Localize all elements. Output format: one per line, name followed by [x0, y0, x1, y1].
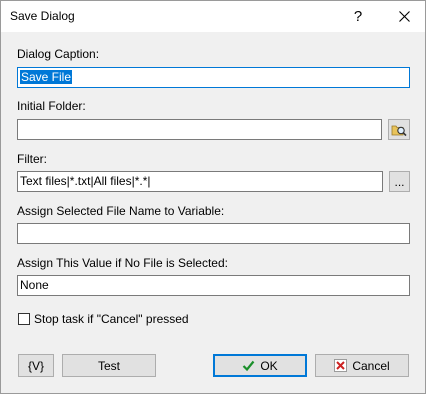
dialog-body: Dialog Caption: Save File Initial Folder… [1, 32, 425, 393]
filter-input[interactable]: Text files|*.txt|All files|*.*| [17, 171, 383, 192]
assign-variable-label: Assign Selected File Name to Variable: [17, 204, 225, 218]
filter-label: Filter: [17, 152, 47, 166]
ok-button[interactable]: OK [213, 354, 307, 377]
cancel-button[interactable]: Cancel [315, 354, 409, 377]
test-button[interactable]: Test [62, 354, 156, 377]
stop-task-checkbox[interactable] [18, 313, 30, 325]
dialog-caption-input[interactable]: Save File [17, 67, 410, 88]
no-file-value-label: Assign This Value if No File is Selected… [17, 256, 228, 270]
filter-ellipsis-button[interactable]: ... [389, 171, 410, 192]
cancel-x-icon [334, 359, 348, 372]
cancel-label: Cancel [352, 358, 390, 373]
title-bar: Save Dialog ? [1, 1, 425, 32]
dialog-caption-value: Save File [20, 70, 73, 84]
initial-folder-input[interactable] [17, 119, 382, 140]
save-dialog-window: Save Dialog ? Dialog Caption: Save File … [0, 0, 426, 394]
help-button[interactable]: ? [335, 1, 381, 32]
ok-label: OK [260, 358, 278, 373]
folder-search-icon [391, 125, 407, 136]
close-icon [398, 11, 410, 22]
checkmark-icon [243, 360, 255, 372]
variables-button[interactable]: {V} [18, 354, 54, 377]
assign-variable-input[interactable] [17, 223, 410, 244]
close-button[interactable] [381, 1, 426, 32]
stop-task-label[interactable]: Stop task if "Cancel" pressed [34, 312, 189, 326]
browse-folder-button[interactable] [388, 119, 410, 140]
no-file-value-input[interactable]: None [17, 275, 410, 296]
window-title: Save Dialog [10, 9, 75, 23]
dialog-caption-label: Dialog Caption: [17, 47, 100, 61]
initial-folder-label: Initial Folder: [17, 99, 86, 113]
